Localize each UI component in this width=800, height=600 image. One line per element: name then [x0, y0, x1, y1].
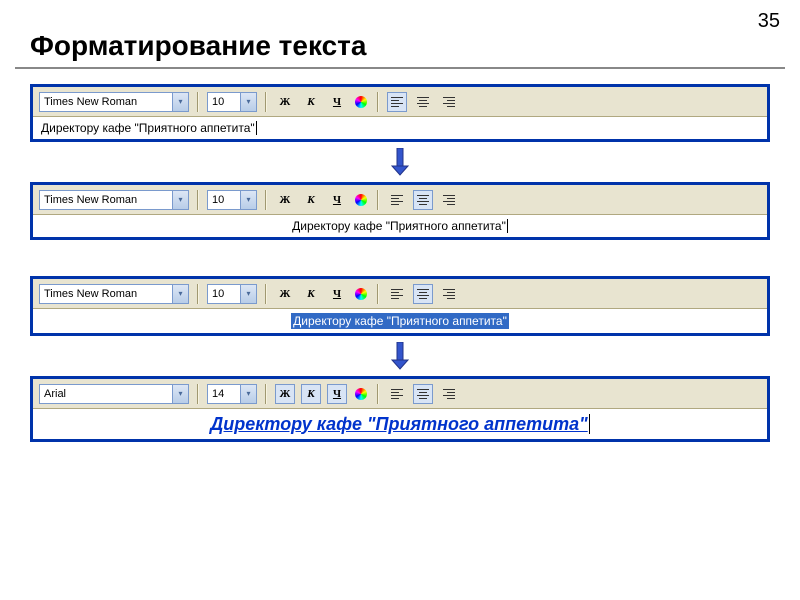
font-dropdown[interactable]: Arial ▾: [39, 384, 189, 404]
separator: [377, 284, 379, 304]
color-picker-icon[interactable]: [353, 386, 369, 402]
chevron-down-icon[interactable]: ▾: [172, 191, 188, 209]
font-name: Arial: [40, 388, 172, 400]
document-text-selected: Директору кафе "Приятного аппетита": [291, 313, 509, 329]
chevron-down-icon[interactable]: ▾: [240, 191, 256, 209]
text-content-area[interactable]: Директору кафе "Приятного аппетита": [33, 409, 767, 439]
separator: [377, 92, 379, 112]
font-size: 10: [208, 96, 240, 108]
underline-button[interactable]: Ч: [327, 384, 347, 404]
document-text: Директору кафе "Приятного аппетита": [41, 121, 255, 135]
italic-button[interactable]: К: [301, 190, 321, 210]
text-cursor: [589, 414, 590, 434]
align-center-button[interactable]: [413, 190, 433, 210]
align-center-button[interactable]: [413, 284, 433, 304]
align-center-button[interactable]: [413, 92, 433, 112]
bold-button[interactable]: Ж: [275, 284, 295, 304]
separator: [197, 92, 199, 112]
font-name: Times New Roman: [40, 96, 172, 108]
toolbar: Times New Roman ▾ 10 ▾ Ж К Ч: [33, 185, 767, 215]
separator: [265, 190, 267, 210]
separator: [265, 92, 267, 112]
text-cursor: [507, 219, 508, 233]
chevron-down-icon[interactable]: ▾: [172, 93, 188, 111]
align-left-button[interactable]: [387, 284, 407, 304]
font-size: 10: [208, 194, 240, 206]
separator: [377, 384, 379, 404]
toolbar: Times New Roman ▾ 10 ▾ Ж К Ч: [33, 87, 767, 117]
toolbar: Arial ▾ 14 ▾ Ж К Ч: [33, 379, 767, 409]
chevron-down-icon[interactable]: ▾: [240, 385, 256, 403]
title-underline: [15, 67, 785, 69]
underline-button[interactable]: Ч: [327, 92, 347, 112]
separator: [265, 284, 267, 304]
size-dropdown[interactable]: 10 ▾: [207, 92, 257, 112]
align-right-button[interactable]: [439, 92, 459, 112]
chevron-down-icon[interactable]: ▾: [240, 285, 256, 303]
font-dropdown[interactable]: Times New Roman ▾: [39, 284, 189, 304]
font-size: 14: [208, 388, 240, 400]
color-picker-icon[interactable]: [353, 286, 369, 302]
underline-button[interactable]: Ч: [327, 284, 347, 304]
size-dropdown[interactable]: 10 ▾: [207, 284, 257, 304]
editor-panel-2: Times New Roman ▾ 10 ▾ Ж К Ч Директору к…: [30, 182, 770, 240]
separator: [377, 190, 379, 210]
toolbar: Times New Roman ▾ 10 ▾ Ж К Ч: [33, 279, 767, 309]
italic-button[interactable]: К: [301, 92, 321, 112]
align-left-button[interactable]: [387, 190, 407, 210]
editor-panel-4: Arial ▾ 14 ▾ Ж К Ч Директору кафе "Прият…: [30, 376, 770, 442]
align-right-button[interactable]: [439, 190, 459, 210]
size-dropdown[interactable]: 10 ▾: [207, 190, 257, 210]
align-left-button[interactable]: [387, 384, 407, 404]
size-dropdown[interactable]: 14 ▾: [207, 384, 257, 404]
separator: [197, 284, 199, 304]
text-content-area[interactable]: Директору кафе "Приятного аппетита": [33, 215, 767, 237]
underline-button[interactable]: Ч: [327, 190, 347, 210]
chevron-down-icon[interactable]: ▾: [240, 93, 256, 111]
page-number: 35: [758, 10, 780, 33]
color-picker-icon[interactable]: [353, 94, 369, 110]
font-name: Times New Roman: [40, 288, 172, 300]
font-dropdown[interactable]: Times New Roman ▾: [39, 190, 189, 210]
editor-panel-3: Times New Roman ▾ 10 ▾ Ж К Ч Директору к…: [30, 276, 770, 336]
spacer: [0, 248, 800, 268]
align-center-button[interactable]: [413, 384, 433, 404]
align-right-button[interactable]: [439, 284, 459, 304]
italic-button[interactable]: К: [301, 384, 321, 404]
arrow-down-icon: [0, 148, 800, 176]
document-text-formatted: Директору кафе "Приятного аппетита": [210, 414, 587, 435]
font-size: 10: [208, 288, 240, 300]
align-left-button[interactable]: [387, 92, 407, 112]
separator: [265, 384, 267, 404]
italic-button[interactable]: К: [301, 284, 321, 304]
page-title: Форматирование текста: [0, 0, 800, 67]
text-cursor: [256, 121, 257, 135]
arrow-down-icon: [0, 342, 800, 370]
document-text: Директору кафе "Приятного аппетита": [292, 219, 506, 233]
separator: [197, 190, 199, 210]
font-name: Times New Roman: [40, 194, 172, 206]
align-right-button[interactable]: [439, 384, 459, 404]
color-picker-icon[interactable]: [353, 192, 369, 208]
chevron-down-icon[interactable]: ▾: [172, 385, 188, 403]
bold-button[interactable]: Ж: [275, 190, 295, 210]
bold-button[interactable]: Ж: [275, 384, 295, 404]
chevron-down-icon[interactable]: ▾: [172, 285, 188, 303]
text-content-area[interactable]: Директору кафе "Приятного аппетита": [33, 117, 767, 139]
editor-panel-1: Times New Roman ▾ 10 ▾ Ж К Ч Директору к…: [30, 84, 770, 142]
separator: [197, 384, 199, 404]
bold-button[interactable]: Ж: [275, 92, 295, 112]
text-content-area[interactable]: Директору кафе "Приятного аппетита": [33, 309, 767, 333]
font-dropdown[interactable]: Times New Roman ▾: [39, 92, 189, 112]
